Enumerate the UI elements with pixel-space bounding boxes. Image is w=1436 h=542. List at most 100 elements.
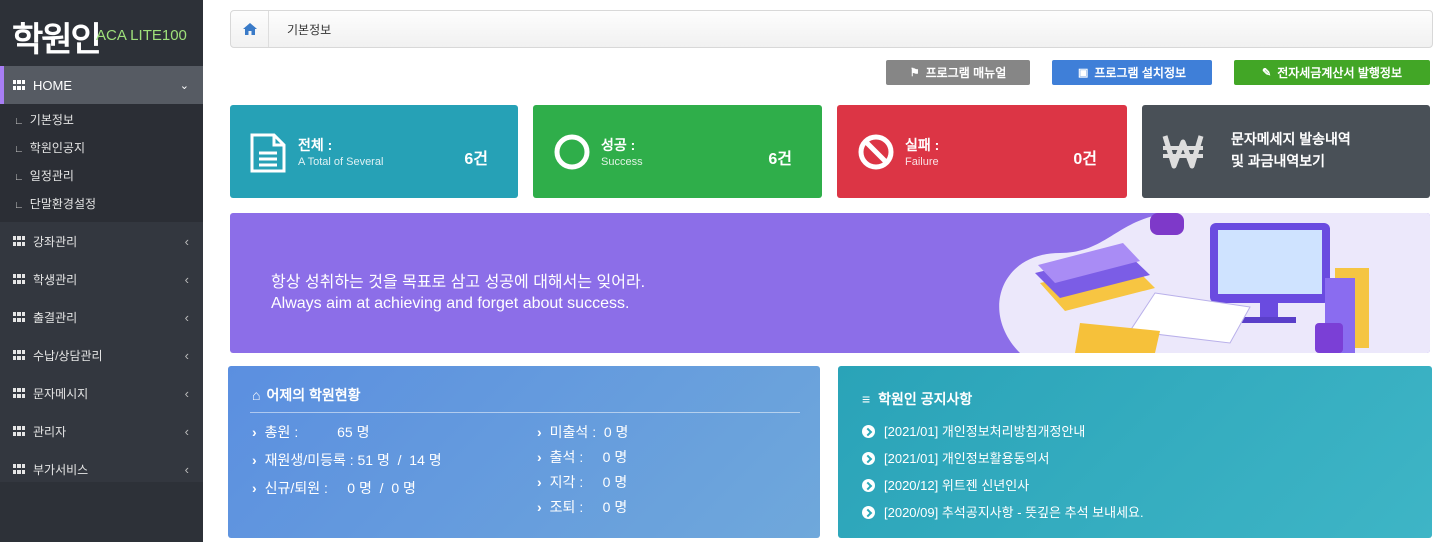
card-count: 6건 bbox=[768, 151, 792, 168]
stat-total: › 총원 : 65 명 bbox=[252, 422, 369, 442]
card-count: 0건 bbox=[1073, 151, 1097, 168]
banner-text-ko: 항상 성취하는 것을 목표로 삼고 성공에 대해서는 잊어라. bbox=[271, 274, 646, 291]
sidebar-item-label: 수납/상담관리 bbox=[33, 348, 103, 363]
sidebar-item-home[interactable]: HOME ⌄ bbox=[0, 66, 203, 104]
circle-icon bbox=[554, 134, 590, 170]
program-manual-button[interactable]: ⚑ 프로그램 매뉴얼 bbox=[886, 60, 1030, 85]
notice-item[interactable]: [2020/12] 위트젠 신년인사 bbox=[862, 475, 1029, 494]
panel-title-text: 어제의 학원현황 bbox=[266, 387, 361, 403]
sidebar-item-payments[interactable]: 수납/상담관리 ‹ bbox=[0, 336, 203, 374]
sidebar-item-courses[interactable]: 강좌관리 ‹ bbox=[0, 222, 203, 260]
stat-text: 총원 : 65 명 bbox=[264, 424, 370, 440]
notice-panel: ≡ 학원인 공지사항 [2021/01] 개인정보처리방침개정안내 [2021/0… bbox=[838, 366, 1432, 538]
card-line-1: 문자메세지 발송내역 bbox=[1231, 131, 1351, 147]
home-icon: ⌂ bbox=[252, 387, 261, 403]
notice-item[interactable]: [2021/01] 개인정보활용동의서 bbox=[862, 448, 1049, 467]
button-label: 프로그램 매뉴얼 bbox=[925, 66, 1007, 80]
chevron-left-icon: ‹ bbox=[184, 309, 189, 325]
grid-icon bbox=[13, 274, 25, 284]
corner-icon: ∟ bbox=[14, 172, 24, 183]
submenu-label: 기본정보 bbox=[29, 113, 74, 127]
card-subtitle: Success bbox=[601, 156, 643, 168]
sidebar-item-admin[interactable]: 관리자 ‹ bbox=[0, 412, 203, 450]
banner-text-en: Always aim at achieving and forget about… bbox=[271, 295, 630, 312]
stat-text: 조퇴 : 0 명 bbox=[549, 499, 628, 515]
stat-text: 출석 : 0 명 bbox=[549, 449, 628, 465]
grid-icon bbox=[13, 350, 25, 360]
button-label: 프로그램 설치정보 bbox=[1094, 66, 1187, 80]
chevron-circle-icon bbox=[862, 479, 875, 492]
submenu-item-basic-info[interactable]: ∟ 기본정보 bbox=[0, 106, 203, 134]
home-submenu: ∟ 기본정보 ∟ 학원인공지 ∟ 일정관리 ∟ 단말환경설정 bbox=[0, 104, 203, 222]
card-count: 6건 bbox=[464, 151, 488, 168]
chevron-right-icon: › bbox=[537, 499, 542, 515]
chevron-down-icon: ⌄ bbox=[179, 79, 189, 92]
chevron-left-icon: ‹ bbox=[184, 385, 189, 401]
breadcrumb: 기본정보 bbox=[230, 10, 1433, 48]
chevron-left-icon: ‹ bbox=[184, 271, 189, 287]
sidebar-item-label: 문자메시지 bbox=[33, 386, 89, 401]
button-label: 전자세금계산서 발행정보 bbox=[1277, 66, 1402, 80]
stat-early-leave: › 조퇴 : 0 명 bbox=[537, 497, 627, 517]
sidebar-item-label: 부가서비스 bbox=[33, 462, 89, 477]
tag-icon: ⚑ bbox=[909, 67, 920, 79]
sidebar-item-attendance[interactable]: 출결관리 ‹ bbox=[0, 298, 203, 336]
chevron-circle-icon bbox=[862, 452, 875, 465]
ban-icon bbox=[858, 134, 894, 170]
yesterday-status-panel: ⌂ 어제의 학원현황 › 총원 : 65 명 › 재원생/미등록 : 51 명 / 1… bbox=[228, 366, 820, 538]
sidebar-item-label: 학생관리 bbox=[33, 272, 78, 287]
stat-enrolled: › 재원생/미등록 : 51 명 / 14 명 bbox=[252, 450, 442, 470]
card-subtitle: Failure bbox=[905, 156, 939, 168]
chevron-left-icon: ‹ bbox=[184, 423, 189, 439]
panel-title-text: 학원인 공지사항 bbox=[878, 391, 973, 407]
stat-absent: › 미출석 : 0 명 bbox=[537, 422, 628, 442]
panel-title: ⌂ 어제의 학원현황 bbox=[252, 385, 361, 405]
submenu-item-terminal-settings[interactable]: ∟ 단말환경설정 bbox=[0, 190, 203, 218]
submenu-item-schedule[interactable]: ∟ 일정관리 bbox=[0, 162, 203, 190]
grid-icon bbox=[13, 236, 25, 246]
install-info-button[interactable]: ▣ 프로그램 설치정보 bbox=[1052, 60, 1212, 85]
notice-item[interactable]: [2021/01] 개인정보처리방침개정안내 bbox=[862, 421, 1085, 440]
home-icon[interactable] bbox=[231, 11, 269, 47]
card-line-2: 및 과금내역보기 bbox=[1231, 153, 1326, 169]
notice-item[interactable]: [2020/09] 추석공지사항 - 뜻깊은 추석 보내세요. bbox=[862, 502, 1144, 521]
main-content: 기본정보 ⚑ 프로그램 매뉴얼 ▣ 프로그램 설치정보 ✎ 전자세금계산서 발행정보 … bbox=[203, 0, 1436, 542]
stat-text: 지각 : 0 명 bbox=[549, 474, 628, 490]
grid-icon bbox=[13, 80, 25, 90]
grid-icon bbox=[13, 464, 25, 474]
stat-present: › 출석 : 0 명 bbox=[537, 447, 627, 467]
sidebar-item-students[interactable]: 학생관리 ‹ bbox=[0, 260, 203, 298]
chevron-circle-icon bbox=[862, 506, 875, 519]
sidebar-item-label: 출결관리 bbox=[33, 310, 78, 325]
chevron-left-icon: ‹ bbox=[184, 461, 189, 477]
card-failure[interactable]: 실패 : Failure 0건 bbox=[837, 105, 1127, 198]
card-sms-history[interactable]: 문자메세지 발송내역 및 과금내역보기 bbox=[1142, 105, 1430, 198]
breadcrumb-current: 기본정보 bbox=[287, 22, 332, 37]
notice-text: [2021/01] 개인정보활용동의서 bbox=[884, 451, 1050, 466]
chevron-right-icon: › bbox=[252, 452, 257, 468]
sidebar: 학원인 ACA LITE100 HOME ⌄ ∟ 기본정보 ∟ 학원인공지 ∟ 일정관… bbox=[0, 0, 203, 542]
monitor-icon: ▣ bbox=[1077, 67, 1089, 79]
stat-text: 신규/퇴원 : 0 명 / 0 명 bbox=[264, 480, 416, 496]
tax-invoice-button[interactable]: ✎ 전자세금계산서 발행정보 bbox=[1234, 60, 1430, 85]
sidebar-item-sms[interactable]: 문자메시지 ‹ bbox=[0, 374, 203, 412]
corner-icon: ∟ bbox=[14, 144, 24, 155]
chevron-right-icon: › bbox=[537, 449, 542, 465]
submenu-label: 학원인공지 bbox=[29, 141, 85, 155]
sidebar-item-label: HOME bbox=[33, 77, 72, 93]
chevron-right-icon: › bbox=[537, 474, 542, 490]
logo-product-name: ACA LITE100 bbox=[96, 27, 187, 44]
notice-text: [2020/09] 추석공지사항 - 뜻깊은 추석 보내세요. bbox=[884, 505, 1144, 520]
logo[interactable]: 학원인 ACA LITE100 bbox=[0, 0, 203, 66]
sidebar-item-label: 관리자 bbox=[33, 424, 67, 439]
chevron-circle-icon bbox=[862, 425, 875, 438]
chevron-right-icon: › bbox=[252, 424, 257, 440]
won-icon bbox=[1162, 135, 1204, 169]
corner-icon: ∟ bbox=[14, 116, 24, 127]
corner-icon: ∟ bbox=[14, 200, 24, 211]
submenu-item-notice[interactable]: ∟ 학원인공지 bbox=[0, 134, 203, 162]
card-success[interactable]: 성공 : Success 6건 bbox=[533, 105, 822, 198]
notice-text: [2020/12] 위트젠 신년인사 bbox=[884, 478, 1030, 493]
divider bbox=[250, 412, 800, 413]
card-total[interactable]: 전체 : A Total of Several 6건 bbox=[230, 105, 518, 198]
